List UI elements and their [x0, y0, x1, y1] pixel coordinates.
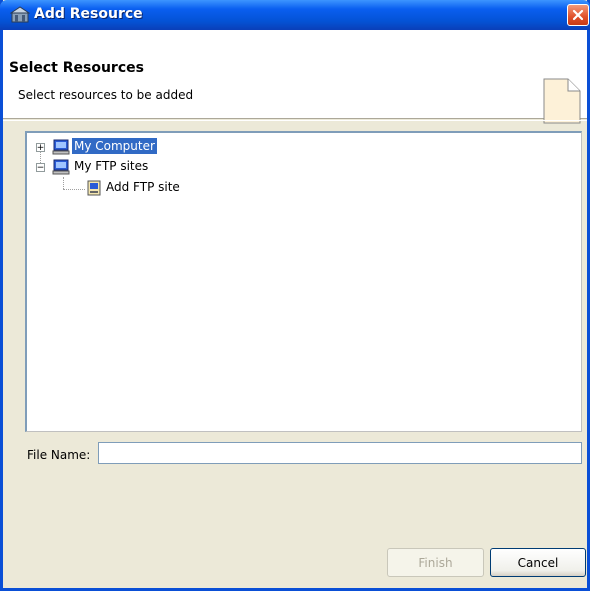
resource-tree[interactable]: + My Computer − My FTP sites Add FTP sit…	[25, 131, 582, 432]
collapse-icon[interactable]: −	[36, 163, 45, 172]
file-name-label: File Name:	[27, 448, 91, 462]
tree-item-my-computer[interactable]: + My Computer	[27, 138, 227, 156]
blank-page-icon	[543, 78, 581, 124]
close-icon	[572, 9, 584, 21]
tree-item-label: My FTP sites	[74, 159, 149, 173]
page-description: Select resources to be added	[18, 88, 194, 102]
window-title: Add Resource	[34, 6, 143, 22]
resource-icon	[10, 6, 30, 23]
computer-icon	[52, 159, 70, 175]
file-name-input[interactable]	[98, 442, 582, 464]
tree-item-label: My Computer	[72, 138, 157, 154]
title-bar[interactable]: Add Resource	[0, 0, 590, 30]
tree-item-label: Add FTP site	[106, 180, 180, 194]
tree-item-add-ftp-site[interactable]: Add FTP site	[27, 179, 247, 197]
expand-icon[interactable]: +	[36, 143, 45, 152]
header-banner: Select Resources Select resources to be …	[3, 30, 587, 124]
add-resource-dialog: Add Resource Select Resources Select res…	[0, 0, 590, 591]
divider	[3, 120, 587, 121]
computer-icon	[52, 139, 70, 155]
finish-button[interactable]: Finish	[387, 548, 484, 577]
page-title: Select Resources	[9, 60, 144, 76]
close-button[interactable]	[567, 4, 589, 26]
cancel-button[interactable]: Cancel	[490, 548, 586, 577]
ftp-site-icon	[87, 180, 101, 196]
tree-item-my-ftp-sites[interactable]: − My FTP sites	[27, 158, 227, 176]
